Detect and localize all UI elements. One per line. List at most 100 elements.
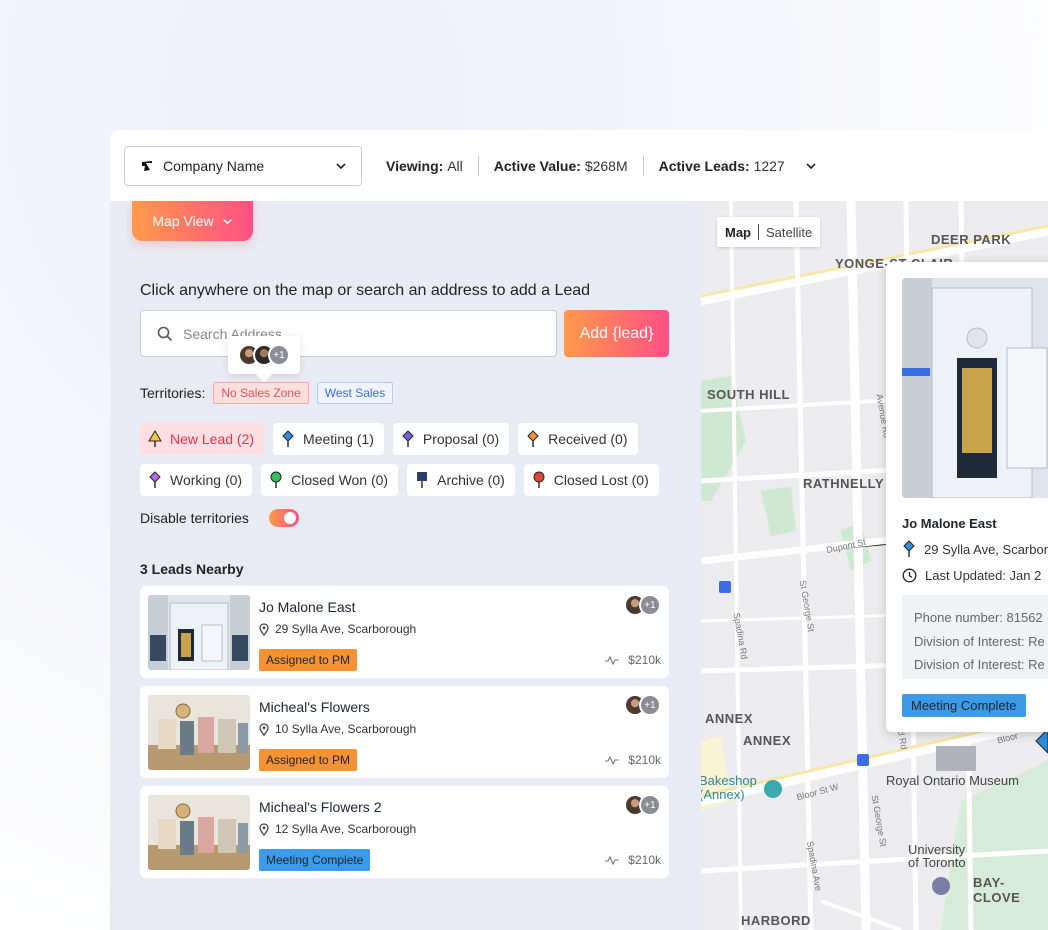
diamond-pin-icon	[282, 430, 294, 447]
add-lead-button[interactable]: Add {lead}	[564, 310, 669, 357]
lead-status-badge: Meeting Complete	[259, 849, 371, 871]
lead-address-text: 10 Sylla Ave, Scarborough	[275, 722, 417, 736]
company-name: Company Name	[163, 157, 265, 174]
status-chip-label: Closed Lost (0)	[553, 472, 649, 488]
diamond-pin-icon	[903, 540, 915, 557]
left-panel: Map View Click anywhere on the map or se…	[110, 201, 701, 930]
popup-info-line: Division of Interest: Re	[914, 633, 1045, 649]
search-icon	[157, 326, 173, 341]
status-chip-closed-lost[interactable]: Closed Lost (0)	[523, 464, 659, 496]
lead-address: 29 Sylla Ave, Scarborough	[259, 622, 416, 636]
lead-value: $210k	[604, 753, 661, 767]
lead-card[interactable]: Micheal's Flowers 2 12 Sylla Ave, Scarbo…	[140, 786, 669, 878]
lead-value: $210k	[604, 653, 661, 667]
map-label: HARBORD	[741, 913, 811, 928]
company-select[interactable]: Company Name	[124, 145, 362, 186]
stats-expand-chevron-icon[interactable]	[805, 160, 817, 172]
avatar-more: +1	[639, 594, 661, 616]
avatar-more: +1	[639, 794, 661, 816]
status-chip-archive[interactable]: Archive (0)	[407, 464, 515, 496]
company-logo-icon	[142, 160, 152, 171]
lead-avatar-group[interactable]: +1	[624, 694, 661, 716]
map-label: Bakeshop (Annex)	[701, 773, 757, 802]
avatar-more: +1	[639, 694, 661, 716]
map-label: Royal Ontario Museum	[886, 773, 1019, 788]
map-canvas[interactable]: Map Satellite DEER PARK YONGE-ST CLAIR S…	[701, 201, 1048, 930]
map-label: SOUTH HILL	[707, 387, 790, 402]
lead-value-text: $210k	[628, 753, 661, 767]
search-address-input[interactable]: Search Address	[140, 310, 557, 357]
diamond-pin-icon	[149, 471, 161, 488]
stats-bar: Viewing: All Active Value: $268M Active …	[386, 155, 817, 176]
popup-address-text: 29 Sylla Ave, Scarboro	[924, 541, 1048, 557]
popup-last-updated-text: Last Updated: Jan 2	[925, 568, 1042, 583]
status-chip-proposal[interactable]: Proposal (0)	[392, 423, 510, 455]
map-view-label: Map View	[152, 213, 214, 229]
lead-address: 12 Sylla Ave, Scarborough	[259, 822, 416, 836]
round-pin-icon	[533, 471, 545, 488]
avatar-group-popover: +1	[228, 336, 300, 374]
territory-tag-no-sales-zone[interactable]: No Sales Zone	[213, 382, 309, 404]
lead-status-badge: Assigned to PM	[259, 749, 358, 771]
top-bar: Company Name Viewing: All Active Value: …	[110, 130, 1048, 201]
status-chip-working[interactable]: Working (0)	[140, 464, 253, 496]
disable-territories-label: Disable territories	[140, 510, 249, 526]
status-chip-label: Proposal (0)	[422, 431, 500, 447]
lead-popup-card[interactable]: Jo Malone East 29 Sylla Ave, Scarboro La…	[886, 262, 1048, 732]
disable-territories-toggle[interactable]	[268, 509, 299, 527]
status-chip-meeting[interactable]: Meeting (1)	[273, 423, 384, 455]
lead-name: Micheal's Flowers	[259, 699, 370, 715]
active-value-label: Active Value:	[493, 157, 581, 174]
popup-last-updated: Last Updated: Jan 2	[902, 568, 1041, 583]
avatar-more[interactable]: +1	[268, 344, 290, 366]
status-chip-new-lead[interactable]: New Lead (2)	[140, 423, 265, 455]
map-label: DEER PARK	[931, 232, 1012, 247]
lead-avatar-group[interactable]: +1	[624, 794, 661, 816]
lead-address-text: 29 Sylla Ave, Scarborough	[275, 622, 417, 636]
trend-line-icon	[605, 855, 620, 865]
status-filter-chips: New Lead (2) Meeting (1) Proposal (0) Re…	[140, 423, 680, 496]
divider	[758, 224, 759, 240]
status-chip-label: Received (0)	[548, 431, 628, 447]
flag-pin-icon	[417, 472, 428, 488]
status-chip-received[interactable]: Received (0)	[518, 423, 638, 455]
lead-value-text: $210k	[628, 853, 661, 867]
location-pin-icon	[259, 622, 269, 636]
territories-row: Territories: No Sales Zone West Sales	[140, 382, 394, 404]
lead-name: Jo Malone East	[259, 599, 356, 615]
popup-status-badge: Meeting Complete	[902, 694, 1026, 717]
trend-line-icon	[605, 755, 620, 765]
lead-value-text: $210k	[628, 653, 661, 667]
active-value: $268M	[584, 157, 628, 174]
satellite-tab[interactable]: Satellite	[766, 225, 812, 240]
viewing-value[interactable]: All	[447, 158, 463, 174]
territories-label: Territories:	[140, 385, 206, 401]
location-pin-icon	[259, 722, 269, 736]
status-chip-closed-won[interactable]: Closed Won (0)	[261, 464, 399, 496]
map-view-button[interactable]: Map View	[132, 201, 253, 241]
status-chip-label: Archive (0)	[437, 472, 505, 488]
lead-address-text: 12 Sylla Ave, Scarborough	[275, 822, 417, 836]
status-chip-label: New Lead (2)	[170, 431, 255, 447]
map-label: ANNEX	[743, 733, 792, 748]
location-pin-icon	[259, 822, 269, 836]
clock-icon	[902, 568, 917, 583]
map-label: BAY-CLOVE	[973, 875, 1021, 905]
lead-card[interactable]: Jo Malone East 29 Sylla Ave, Scarborough…	[140, 586, 669, 678]
instruction-text: Click anywhere on the map or search an a…	[140, 282, 591, 299]
diamond-pin-icon	[402, 430, 414, 447]
popup-info-line: Division of Interest: Re	[914, 657, 1045, 672]
divider	[642, 155, 644, 176]
disable-territories-row: Disable territories	[140, 509, 299, 527]
lead-avatar-group[interactable]: +1	[624, 594, 661, 616]
map-label: University of Toronto	[908, 842, 966, 870]
popup-info-line: Phone number: 81562	[914, 610, 1043, 625]
status-chip-label: Working (0)	[170, 472, 243, 488]
nearby-leads-list: Jo Malone East 29 Sylla Ave, Scarborough…	[140, 586, 669, 886]
territory-tag-west-sales[interactable]: West Sales	[316, 382, 394, 404]
map-tab[interactable]: Map	[725, 225, 751, 240]
status-chip-label: Meeting (1)	[303, 431, 374, 447]
trend-line-icon	[605, 655, 620, 665]
flower-shop-thumbnail	[148, 695, 250, 770]
lead-card[interactable]: Micheal's Flowers 10 Sylla Ave, Scarboro…	[140, 686, 669, 778]
